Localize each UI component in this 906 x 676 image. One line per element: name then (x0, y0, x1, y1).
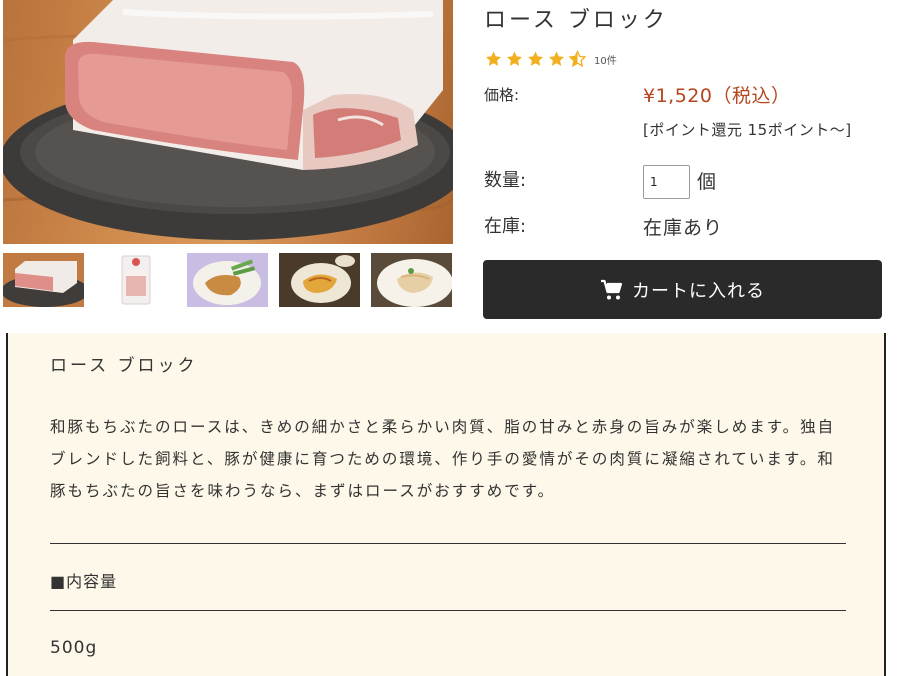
divider (50, 610, 846, 611)
description-title: ロース ブロック (50, 356, 198, 376)
star-icon (507, 51, 522, 66)
star-icon (549, 51, 564, 66)
description-text: 和豚もちぶたのロースは、きめの細かさと柔らかい肉質、脂の甘みと赤身の旨みが楽しめ… (50, 418, 836, 500)
thumbnail-strip (3, 253, 453, 307)
stock-status: 在庫あり (643, 217, 724, 239)
rating-stars[interactable]: 10件 (484, 50, 617, 68)
quantity-unit: 個 (697, 171, 717, 193)
description-panel: ロース ブロック 和豚もちぶたのロースは、きめの細かさと柔らかい肉質、脂の甘みと… (6, 333, 886, 676)
content-amount-heading: ■内容量 (50, 572, 118, 591)
points-info: [ポイント還元 15ポイント～] (643, 121, 852, 139)
add-to-cart-button[interactable]: カートに入れる (483, 260, 882, 319)
thumbnail-sauteed-dish[interactable] (371, 253, 452, 307)
divider (50, 543, 846, 544)
quantity-input[interactable] (643, 165, 690, 199)
thumbnail-grilled-dish[interactable] (187, 253, 268, 307)
price-value: ¥1,520（税込） (643, 85, 791, 107)
add-to-cart-label: カートに入れる (632, 280, 765, 302)
product-title: ロース ブロック (484, 8, 668, 33)
price-label: 価格: (484, 86, 520, 104)
star-icon (486, 51, 501, 66)
stock-label: 在庫: (484, 216, 527, 237)
star-icon (528, 51, 543, 66)
thumbnail-tonkatsu-dish[interactable] (279, 253, 360, 307)
thumbnail-package[interactable] (95, 253, 176, 307)
star-half-icon (568, 50, 587, 68)
cart-icon (601, 279, 623, 299)
review-count[interactable]: 10件 (594, 52, 617, 67)
thumbnail-pork-block[interactable] (3, 253, 84, 307)
main-product-image (3, 0, 453, 244)
quantity-label: 数量: (484, 170, 527, 191)
content-amount-value: 500g (50, 638, 98, 658)
